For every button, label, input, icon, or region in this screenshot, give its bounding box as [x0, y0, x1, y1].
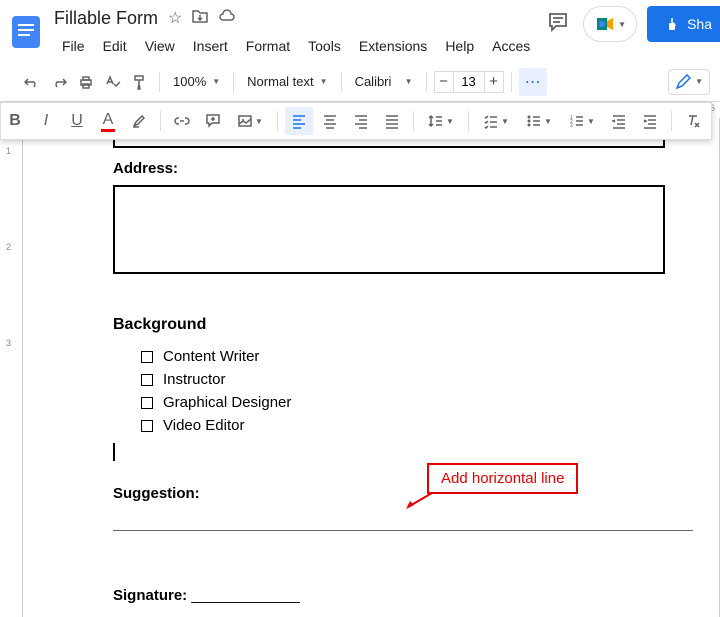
menu-accessibility[interactable]: Acces: [484, 34, 538, 58]
insert-link-button[interactable]: [168, 107, 196, 135]
meet-button[interactable]: ▼: [583, 6, 637, 42]
bulleted-list-button[interactable]: ▼: [519, 107, 559, 135]
signature-line: Signature: _____________: [113, 587, 719, 604]
increase-font-button[interactable]: +: [484, 71, 504, 93]
menu-extensions[interactable]: Extensions: [351, 34, 435, 58]
background-checklist: Content Writer Instructor Graphical Desi…: [141, 348, 719, 434]
check-item[interactable]: Instructor: [141, 371, 719, 388]
address-label: Address:: [113, 160, 719, 177]
print-button[interactable]: [74, 68, 98, 96]
docs-logo[interactable]: [6, 6, 46, 58]
address-field-box[interactable]: [113, 185, 665, 274]
more-toolbar-button[interactable]: ⋯: [519, 68, 547, 96]
annotation-arrow: [404, 491, 434, 511]
menu-help[interactable]: Help: [437, 34, 482, 58]
align-center-button[interactable]: [316, 107, 344, 135]
checkbox-icon[interactable]: [141, 351, 153, 363]
check-item[interactable]: Content Writer: [141, 348, 719, 365]
clear-formatting-button[interactable]: [679, 107, 707, 135]
title-area: Fillable Form ☆ File Edit View Insert Fo…: [46, 6, 543, 58]
annotation-callout: Add horizontal line: [427, 463, 578, 494]
highlight-button[interactable]: [125, 107, 153, 135]
menu-edit[interactable]: Edit: [95, 34, 135, 58]
style-selector[interactable]: Normal text▼: [241, 74, 333, 89]
align-justify-button[interactable]: [378, 107, 406, 135]
document-title[interactable]: Fillable Form: [54, 8, 158, 29]
check-item[interactable]: Graphical Designer: [141, 394, 719, 411]
italic-button[interactable]: I: [32, 107, 60, 135]
decrease-font-button[interactable]: −: [434, 71, 454, 93]
star-icon[interactable]: ☆: [168, 8, 182, 28]
share-label: Sha: [687, 16, 712, 32]
menu-format[interactable]: Format: [238, 34, 298, 58]
paint-format-button[interactable]: [128, 68, 152, 96]
comments-icon[interactable]: [543, 7, 573, 42]
vertical-ruler: 1 2 3: [0, 116, 20, 617]
docs-header: Fillable Form ☆ File Edit View Insert Fo…: [0, 0, 720, 62]
checkbox-icon[interactable]: [141, 374, 153, 386]
increase-indent-button[interactable]: [636, 107, 664, 135]
undo-button[interactable]: [20, 68, 44, 96]
text-cursor: [113, 443, 719, 461]
document-canvas[interactable]: Address: Background Content Writer Instr…: [22, 118, 720, 617]
check-item[interactable]: Video Editor: [141, 417, 719, 434]
background-heading: Background: [113, 316, 719, 334]
menu-tools[interactable]: Tools: [300, 34, 349, 58]
format-toolbar: B I U A ▼ ▼ ▼ ▼ 123▼: [0, 102, 712, 140]
spellcheck-button[interactable]: [101, 68, 125, 96]
checkbox-icon[interactable]: [141, 420, 153, 432]
page[interactable]: Address: Background Content Writer Instr…: [22, 118, 720, 617]
editing-mode-button[interactable]: ▼: [668, 69, 710, 95]
numbered-list-button[interactable]: 123▼: [562, 107, 602, 135]
horizontal-rule: [113, 530, 693, 531]
line-spacing-button[interactable]: ▼: [421, 107, 461, 135]
text-color-button[interactable]: A: [94, 107, 122, 135]
bold-button[interactable]: B: [1, 107, 29, 135]
zoom-selector[interactable]: 100%▼: [167, 74, 226, 89]
move-icon[interactable]: [192, 9, 208, 28]
font-selector[interactable]: Calibri▼: [349, 74, 419, 89]
header-right: ▼ Sha: [543, 6, 720, 42]
font-size-control: − +: [434, 71, 504, 93]
underline-button[interactable]: U: [63, 107, 91, 135]
cloud-icon[interactable]: [218, 9, 236, 28]
align-left-button[interactable]: [285, 107, 313, 135]
insert-image-button[interactable]: ▼: [230, 107, 270, 135]
menu-file[interactable]: File: [54, 34, 93, 58]
menu-view[interactable]: View: [137, 34, 183, 58]
align-right-button[interactable]: [347, 107, 375, 135]
font-size-input[interactable]: [454, 71, 484, 93]
chevron-down-icon: ▼: [618, 20, 626, 29]
add-comment-button[interactable]: [199, 107, 227, 135]
checkbox-icon[interactable]: [141, 397, 153, 409]
menu-insert[interactable]: Insert: [185, 34, 236, 58]
decrease-indent-button[interactable]: [605, 107, 633, 135]
svg-text:3: 3: [570, 123, 573, 129]
redo-button[interactable]: [47, 68, 71, 96]
share-button[interactable]: Sha: [647, 6, 720, 42]
menubar: File Edit View Insert Format Tools Exten…: [54, 34, 543, 58]
main-toolbar: 100%▼ Normal text▼ Calibri▼ − + ⋯ ▼: [0, 62, 720, 102]
checklist-button[interactable]: ▼: [476, 107, 516, 135]
